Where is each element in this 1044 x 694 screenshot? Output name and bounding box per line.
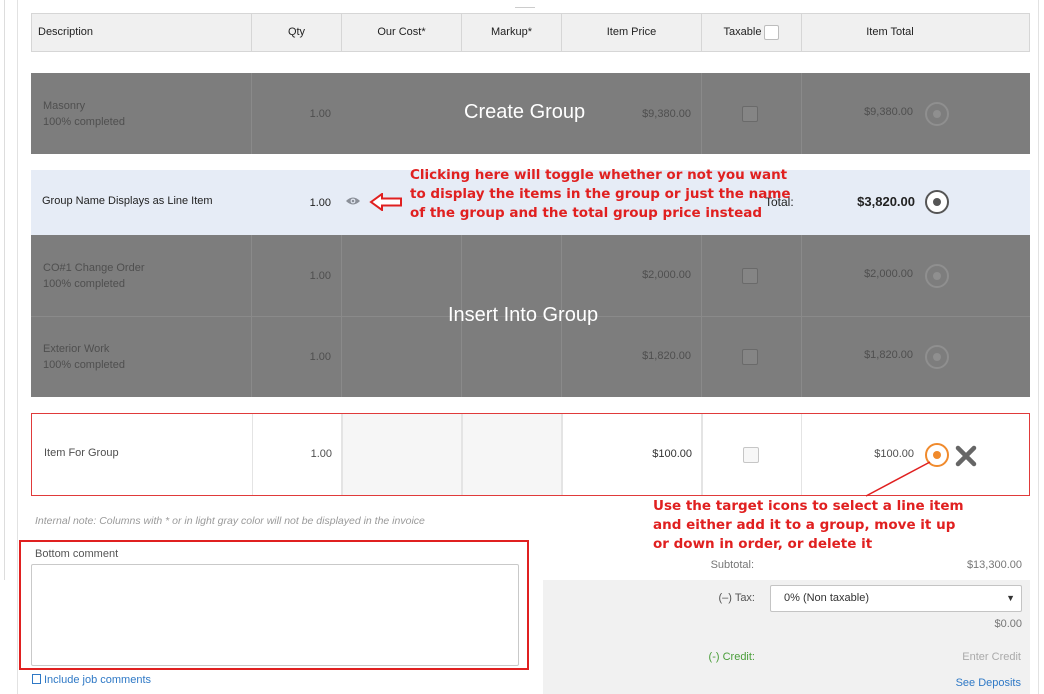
row-taxable-checkbox[interactable] xyxy=(743,447,759,463)
header-description: Description xyxy=(32,14,252,51)
bottom-comment-label: Bottom comment xyxy=(35,548,119,560)
insert-into-group-label: Insert Into Group xyxy=(448,304,599,326)
header-item-total: Item Total xyxy=(866,26,914,38)
tax-select-value: 0% (Non taxable) xyxy=(784,592,869,604)
credit-label: (-) Credit: xyxy=(708,651,755,663)
bottom-comment-textarea[interactable] xyxy=(31,564,519,666)
row-taxable-checkbox[interactable] xyxy=(742,349,758,365)
right-panel-edge xyxy=(1038,0,1044,694)
row-taxable-checkbox[interactable] xyxy=(742,106,758,122)
row-taxable-checkbox[interactable] xyxy=(742,268,758,284)
see-deposits-link[interactable]: See Deposits xyxy=(880,677,1021,689)
row-item-price: $9,380.00 xyxy=(642,108,691,120)
target-annotation-line: Use the target icons to select a line it… xyxy=(653,498,964,514)
our-cost-cell[interactable] xyxy=(342,414,462,495)
group-qty: 1.00 xyxy=(309,197,331,209)
row-item-total: $9,380.00 xyxy=(864,106,913,118)
annotation-connector xyxy=(860,458,940,498)
edit-icon xyxy=(32,674,41,684)
target-annotation-line: and either add it to a group, move it up xyxy=(653,517,956,533)
header-qty: Qty xyxy=(252,14,342,51)
header-markup: Markup* xyxy=(462,14,562,51)
header-item-price: Item Price xyxy=(562,14,702,51)
toggle-annotation-line: Clicking here will toggle whether or not… xyxy=(410,167,788,183)
group-name: Group Name Displays as Line Item xyxy=(42,195,213,207)
row-item-total: $2,000.00 xyxy=(864,268,913,280)
left-panel-edge xyxy=(0,0,18,694)
subtotal-label: Subtotal: xyxy=(710,559,754,571)
toggle-annotation: Clicking here will toggle whether or not… xyxy=(410,166,791,223)
left-panel-divider xyxy=(0,0,5,580)
row-target-icon[interactable] xyxy=(925,264,949,288)
toggle-annotation-line: of the group and the total group price i… xyxy=(410,205,762,221)
column-divider xyxy=(251,73,252,154)
create-group-label: Create Group xyxy=(464,101,586,123)
row-status: 100% completed xyxy=(43,359,125,371)
row-status: 100% completed xyxy=(43,116,125,128)
include-job-comments-label: Include job comments xyxy=(44,674,151,686)
header-taxable-label: Taxable xyxy=(723,26,762,38)
column-divider xyxy=(801,73,802,154)
left-arrow-annotation-icon xyxy=(369,192,403,212)
dropdown-arrow-icon: ▼ xyxy=(1006,593,1015,603)
row-item-total: $1,820.00 xyxy=(864,349,913,361)
toggle-annotation-line: to display the items in the group or jus… xyxy=(410,186,791,202)
column-divider xyxy=(701,73,702,154)
table-header: Description Qty Our Cost* Markup* Item P… xyxy=(31,13,1030,52)
row-item-price: $2,000.00 xyxy=(642,269,691,281)
group-total: $3,820.00 xyxy=(857,194,915,209)
target-annotation-line: or down in order, or delete it xyxy=(653,536,873,552)
top-handle xyxy=(515,0,535,8)
subtotal-value: $13,300.00 xyxy=(966,559,1022,571)
row-target-icon[interactable] xyxy=(925,102,949,126)
table-row[interactable]: Masonry 100% completed 1.00 $9,380.00 $9… xyxy=(31,73,1030,154)
row-description: CO#1 Change Order xyxy=(43,262,145,274)
tax-label: (–) Tax: xyxy=(718,592,755,604)
target-annotation: Use the target icons to select a line it… xyxy=(653,497,964,554)
insert-into-group-zone[interactable]: CO#1 Change Order 100% completed 1.00 $2… xyxy=(31,235,1030,397)
credit-input[interactable]: Enter Credit xyxy=(880,651,1021,663)
row-description: Exterior Work xyxy=(43,343,110,355)
row-status: 100% completed xyxy=(43,278,125,290)
taxable-all-checkbox[interactable] xyxy=(764,24,780,40)
eye-icon[interactable] xyxy=(345,195,361,207)
row-qty: 1.00 xyxy=(309,351,331,363)
row-item-price: $100.00 xyxy=(652,448,692,460)
delete-x-icon[interactable] xyxy=(955,445,977,467)
markup-cell[interactable] xyxy=(462,414,562,495)
internal-note: Internal note: Columns with * or in ligh… xyxy=(35,515,425,527)
row-target-icon[interactable] xyxy=(925,345,949,369)
header-our-cost: Our Cost* xyxy=(342,14,462,51)
row-qty: 1.00 xyxy=(309,270,331,282)
group-target-icon[interactable] xyxy=(925,190,949,214)
include-job-comments-link[interactable]: Include job comments xyxy=(32,674,151,686)
row-description[interactable]: Item For Group xyxy=(44,447,119,459)
row-qty: 1.00 xyxy=(309,108,331,120)
tax-select[interactable]: 0% (Non taxable) ▼ xyxy=(770,585,1022,612)
tax-amount: $0.00 xyxy=(994,618,1022,630)
row-item-price: $1,820.00 xyxy=(642,350,691,362)
header-taxable: Taxable xyxy=(702,14,802,51)
row-qty[interactable]: 1.00 xyxy=(292,448,332,460)
row-description: Masonry xyxy=(43,100,86,112)
